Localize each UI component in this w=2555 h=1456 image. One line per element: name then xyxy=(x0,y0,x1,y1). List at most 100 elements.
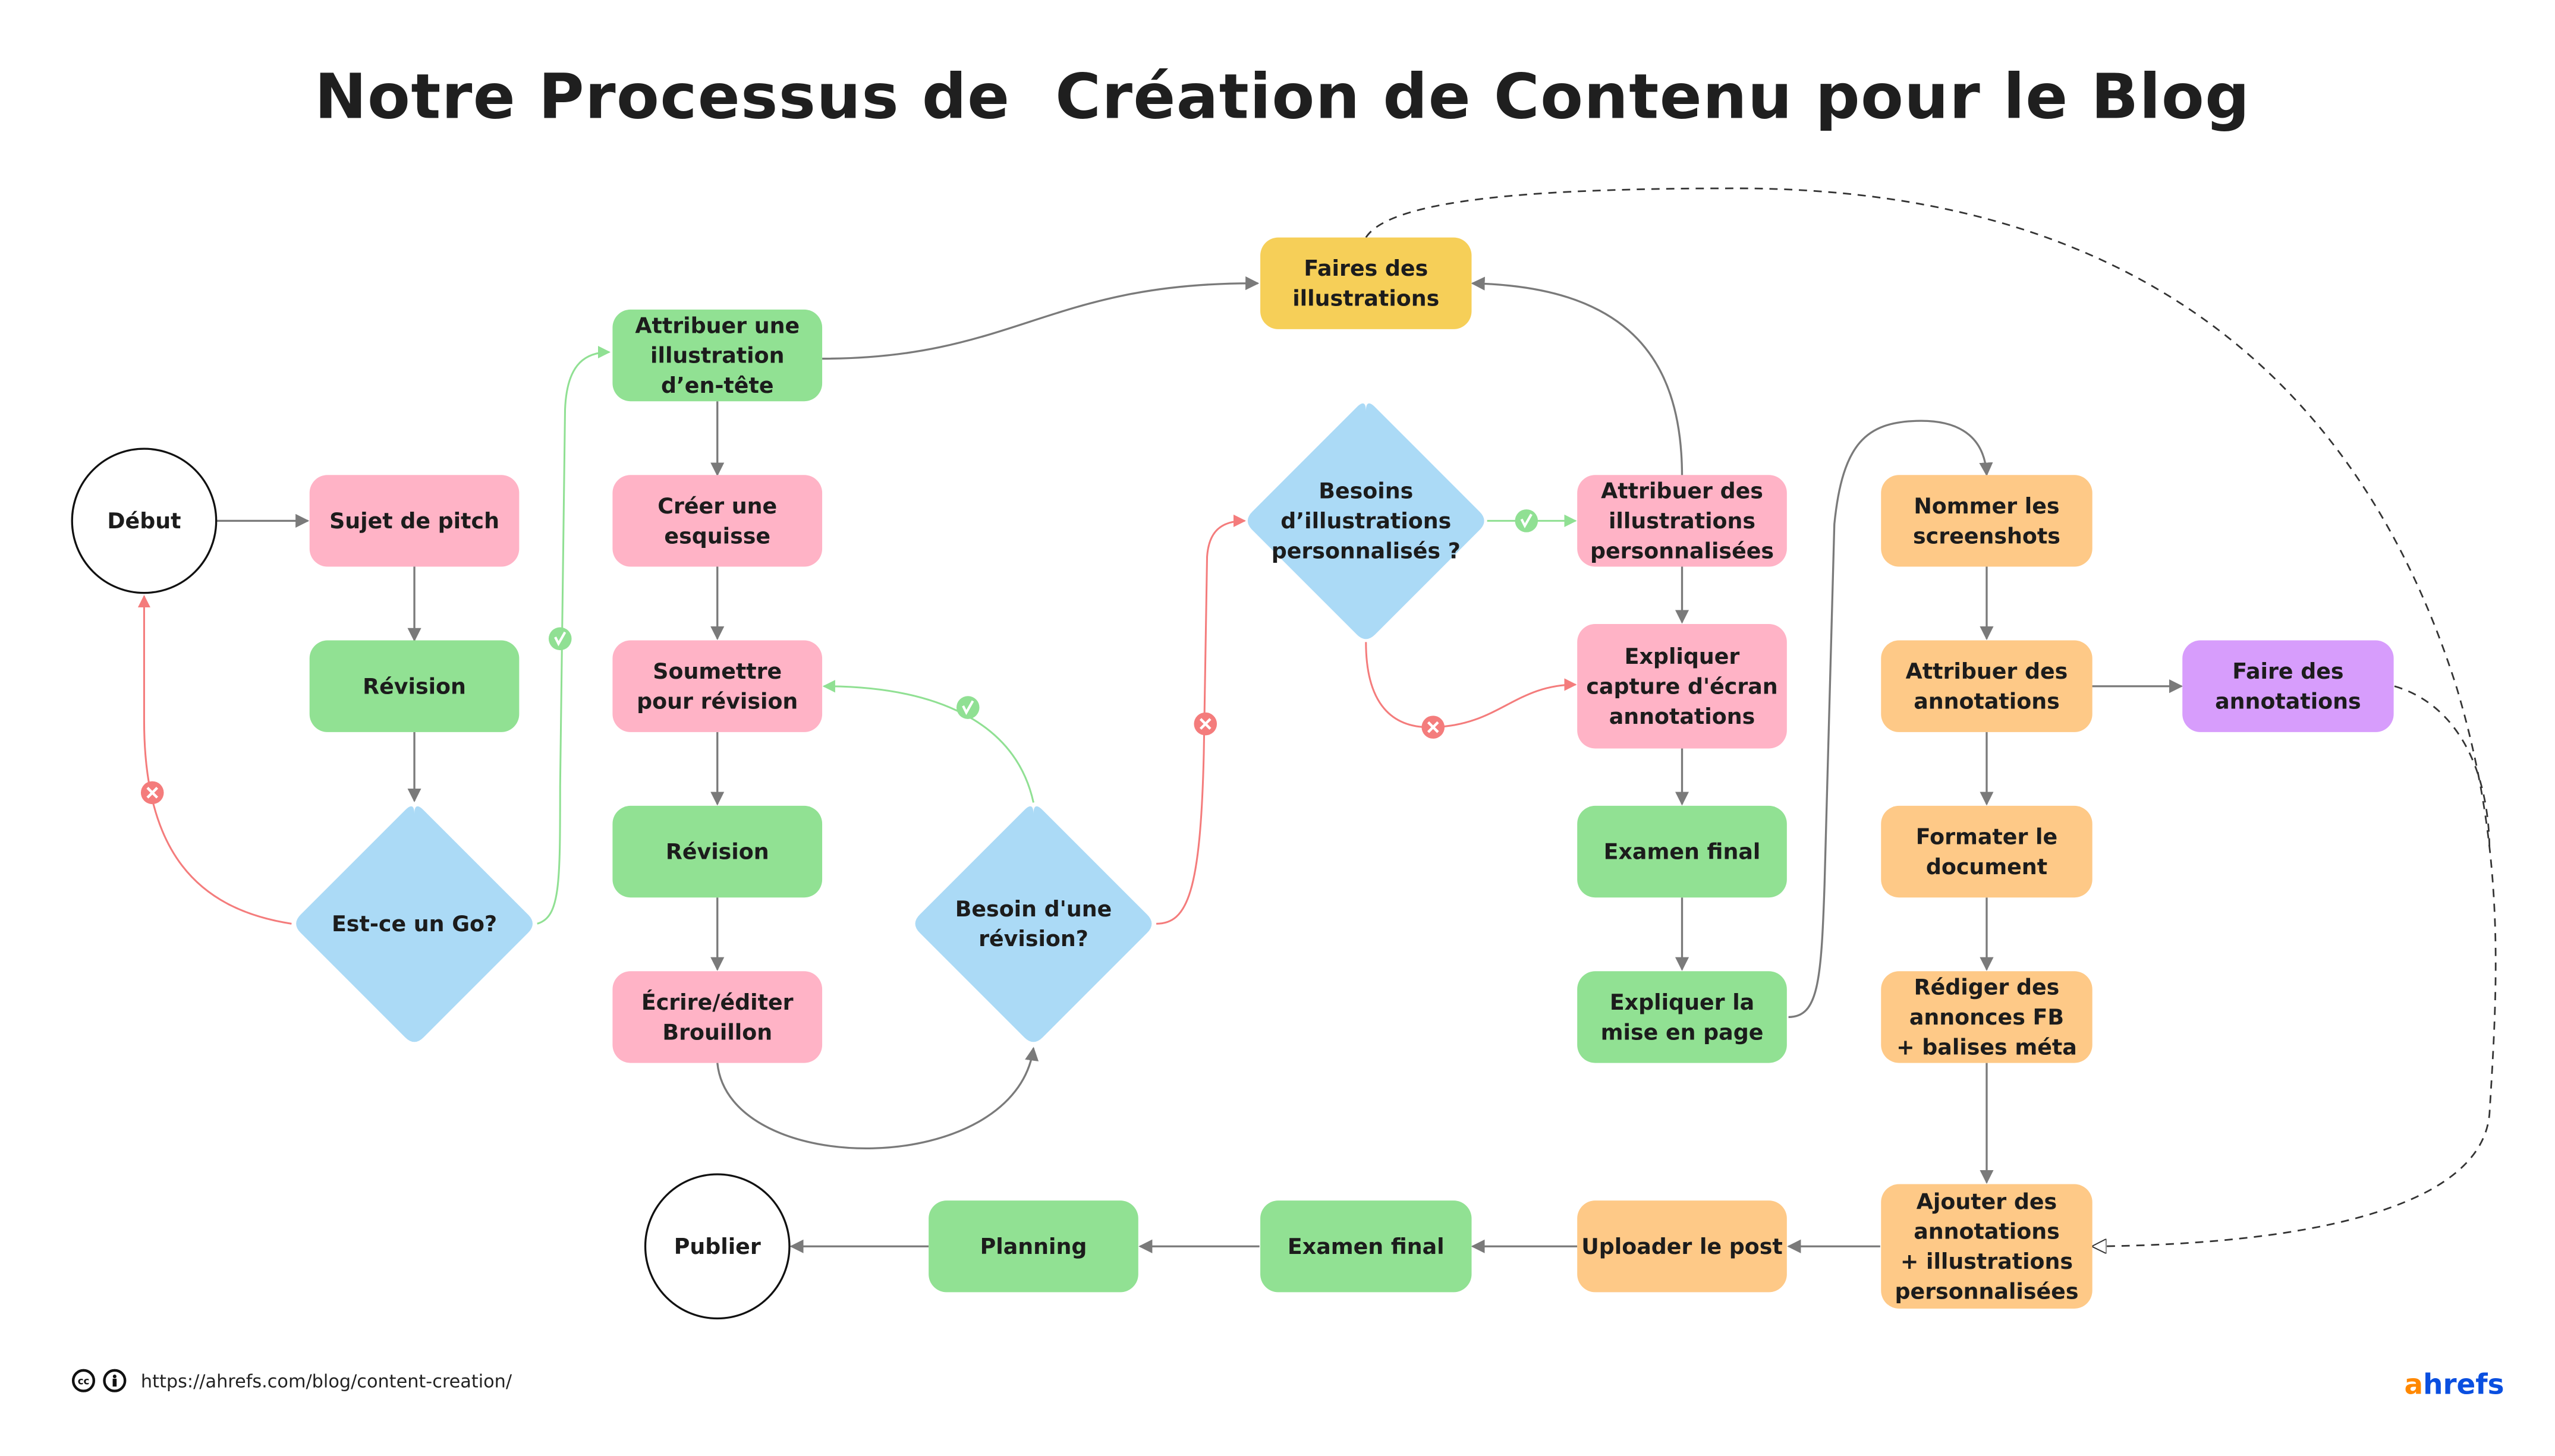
cc-label: cc xyxy=(78,1375,90,1386)
node-expliquer-mise[interactable]: Expliquer la mise en page xyxy=(1577,971,1787,1063)
node-label-line: annotations xyxy=(1914,1219,2060,1244)
node-label-line: Besoin d'une xyxy=(955,896,1112,922)
node-revision-2[interactable]: Révision xyxy=(612,805,823,898)
node-label-line: Début xyxy=(107,508,181,534)
node-label-line: Ajouter des xyxy=(1917,1189,2057,1214)
node-label-line: personnalisées xyxy=(1895,1279,2078,1304)
logo-a: a xyxy=(2405,1369,2424,1401)
node-label-line: Attribuer une xyxy=(635,313,800,338)
node-label-line: Expliquer la xyxy=(1610,989,1754,1015)
node-soumettre[interactable]: Soumettre pour révision xyxy=(612,640,823,732)
process-shape xyxy=(2182,640,2394,732)
process-shape xyxy=(612,640,823,732)
cc-icon: cc xyxy=(71,1369,96,1392)
node-label-line: illustrations xyxy=(1292,286,1439,311)
attribution-icon xyxy=(103,1369,127,1392)
page-title: Notre Processus de Création de Contenu p… xyxy=(314,60,2250,133)
node-besoins-illus[interactable]: Besoins d’illustrations personnalisés ? xyxy=(1247,403,1484,639)
edge-besoin-soumettre-yes xyxy=(822,680,1034,803)
node-label-line: révision? xyxy=(978,926,1088,951)
node-label-line: Besoins xyxy=(1319,478,1413,504)
process-shape xyxy=(612,971,823,1063)
process-shape xyxy=(1881,640,2093,732)
yes-badge xyxy=(1515,509,1538,532)
node-nommer-screens[interactable]: Nommer les screenshots xyxy=(1881,475,2093,567)
edge-go-attribuer-yes xyxy=(537,345,611,925)
node-uploader[interactable]: Uploader le post xyxy=(1577,1200,1787,1293)
ahrefs-logo: ahrefs xyxy=(2405,1369,2504,1401)
node-label-line: + illustrations xyxy=(1900,1249,2073,1274)
node-ecrire[interactable]: Écrire/éditer Brouillon xyxy=(612,971,823,1063)
no-badge xyxy=(1421,716,1445,739)
node-label-line: esquisse xyxy=(664,523,770,549)
node-planning[interactable]: Planning xyxy=(929,1200,1138,1293)
node-attribuer-entete[interactable]: Attribuer une illustration d’en-tête xyxy=(612,309,823,402)
node-label-line: Examen final xyxy=(1288,1234,1445,1259)
node-rediger[interactable]: Rédiger des annonces FB + balises méta xyxy=(1881,971,2093,1063)
decision-shape xyxy=(915,806,1152,1042)
yes-badge xyxy=(956,696,980,719)
node-examen-final-2[interactable]: Examen final xyxy=(1260,1200,1472,1293)
edge-ecrire-besoin xyxy=(716,1047,1039,1150)
node-label-line: Brouillon xyxy=(662,1019,772,1045)
node-label-line: document xyxy=(1926,854,2047,880)
node-ajouter[interactable]: Ajouter des annotations + illustrations per… xyxy=(1881,1184,2093,1309)
node-examen-final-1[interactable]: Examen final xyxy=(1577,805,1787,898)
edge-go-debut-no xyxy=(137,595,292,925)
process-shape xyxy=(1881,805,2093,898)
no-badge xyxy=(140,781,164,805)
node-label-line: Soumettre xyxy=(653,658,782,684)
node-attribuer-illus[interactable]: Attribuer des illustrations personnalisées xyxy=(1577,475,1787,567)
node-label-line: Attribuer des xyxy=(1601,478,1763,504)
node-label-line: annotations xyxy=(1609,704,1755,729)
node-label-line: Révision xyxy=(363,673,466,699)
node-label-line: annonces FB xyxy=(1909,1004,2064,1030)
process-shape xyxy=(1260,237,1472,329)
node-label-line: Faires des xyxy=(1304,256,1428,281)
node-label-line: personnalisés ? xyxy=(1272,538,1461,563)
source-url[interactable]: https://ahrefs.com/blog/content-creation… xyxy=(141,1371,512,1392)
node-label-line: capture d'écran xyxy=(1586,673,1777,699)
node-label-line: Révision xyxy=(666,839,769,865)
flowchart-canvas: Notre Processus de Création de Contenu p… xyxy=(71,60,2504,1401)
node-label-line: Examen final xyxy=(1604,839,1761,865)
node-label-line: + balises méta xyxy=(1896,1035,2077,1060)
node-label-line: Faire des xyxy=(2232,658,2343,684)
node-label-line: Est-ce un Go? xyxy=(332,911,497,937)
process-shape xyxy=(612,475,823,567)
node-label-line: illustration xyxy=(650,343,784,368)
node-label-line: Uploader le post xyxy=(1581,1234,1783,1259)
node-faires-illustrations[interactable]: Faires des illustrations xyxy=(1260,237,1472,329)
node-expliquer-capture[interactable]: Expliquer capture d'écran annotations xyxy=(1577,624,1787,749)
node-faire-annot[interactable]: Faire des annotations xyxy=(2182,640,2394,732)
node-label-line: d’en-tête xyxy=(661,373,774,398)
node-sujet-pitch[interactable]: Sujet de pitch xyxy=(309,475,520,567)
process-shape xyxy=(1577,971,1787,1063)
logo-hrefs: hrefs xyxy=(2423,1369,2504,1401)
node-creer-esquisse[interactable]: Créer une esquisse xyxy=(612,475,823,567)
node-label-line: Planning xyxy=(980,1234,1087,1259)
node-label-line: screenshots xyxy=(1913,523,2060,549)
node-label-line: pour révision xyxy=(637,689,798,714)
node-label-line: Créer une xyxy=(657,493,777,519)
edge-attribuer-faires xyxy=(822,276,1260,360)
node-est-ce-go[interactable]: Est-ce un Go? xyxy=(296,806,533,1042)
process-shape xyxy=(1881,475,2093,567)
edge-faireannot-ajouter-dashed xyxy=(2394,685,2491,852)
edge-besoinsillus-expliquer-no xyxy=(1365,642,1577,729)
node-revision-1[interactable]: Révision xyxy=(309,640,520,732)
node-label-line: annotations xyxy=(1914,689,2060,714)
node-attribuer-annot[interactable]: Attribuer des annotations xyxy=(1881,640,2093,732)
nodes-layer: Début Sujet de pitch Révision Est-ce un Go?… xyxy=(71,237,2394,1320)
node-label-line: annotations xyxy=(2215,689,2361,714)
node-label-line: Attribuer des xyxy=(1906,658,2068,684)
node-debut[interactable]: Début xyxy=(71,447,218,594)
node-formater[interactable]: Formater le document xyxy=(1881,805,2093,898)
node-label-line: mise en page xyxy=(1601,1019,1764,1045)
node-label-line: Rédiger des xyxy=(1914,975,2060,1000)
no-badge xyxy=(1194,712,1217,736)
node-besoin-revision[interactable]: Besoin d'une révision? xyxy=(915,806,1152,1042)
node-publier[interactable]: Publier xyxy=(644,1173,791,1320)
node-label-line: Sujet de pitch xyxy=(329,508,499,534)
node-label-line: Publier xyxy=(674,1234,761,1259)
